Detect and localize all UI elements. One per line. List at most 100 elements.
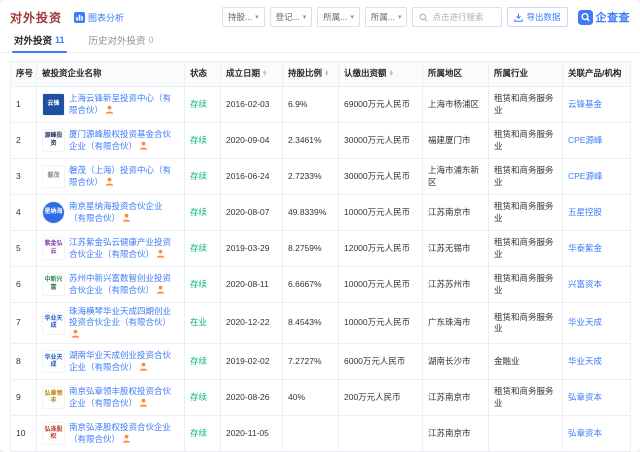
brand-name: 企查查: [596, 9, 631, 25]
row-index: 4: [11, 195, 37, 231]
company-name: 南京弘章领丰股权投资合伙企业（有限合伙）: [69, 386, 179, 409]
search-box[interactable]: 点击进行搜索: [412, 7, 502, 27]
person-badge-icon[interactable]: [139, 141, 148, 150]
sort-icon[interactable]: ▲▼: [262, 71, 267, 78]
table-row: 1 云锋 上海云锋新呈投资中心（有限合伙） 存续 2016-02-03 6.9%…: [11, 87, 631, 123]
person-badge-icon[interactable]: [71, 329, 80, 338]
subscribed-capital: [339, 416, 423, 452]
person-badge-icon[interactable]: [156, 285, 165, 294]
filter-label: 持股...: [228, 11, 252, 23]
table-row: 9 弘章领丰 南京弘章领丰股权投资合伙企业（有限合伙） 存续 2020-08-2…: [11, 380, 631, 416]
person-badge-icon[interactable]: [122, 434, 131, 443]
establish-date: 2020-08-07: [221, 195, 283, 231]
qichacha-logo: 企查查: [578, 9, 631, 25]
col-index: 序号: [11, 62, 37, 87]
company-name-link[interactable]: 南京弘章领丰股权投资合伙企业（有限合伙）: [69, 386, 171, 407]
related-product-link[interactable]: 华泰紫金: [568, 243, 602, 253]
related-product-link[interactable]: CPE源峰: [568, 135, 602, 145]
sort-icon[interactable]: ▲▼: [389, 71, 394, 78]
person-badge-icon[interactable]: [139, 362, 148, 371]
related-product-cell: CPE源峰: [563, 123, 631, 159]
company-name-link[interactable]: 珠海横琴华业天成四期创业投资合伙企业（有限合伙）: [69, 306, 171, 327]
filter-shareholding[interactable]: 持股... ▾: [222, 7, 265, 27]
industry: 租赁和商务服务业: [489, 123, 563, 159]
tab-outward-investment[interactable]: 对外投资 11: [12, 33, 67, 52]
company-cell: 磐茂 磐茂（上海）投资中心（有限合伙）: [37, 159, 185, 195]
company-name: 南京星纳海投资合伙企业（有限合伙）: [69, 201, 179, 224]
region: 江苏无锡市: [423, 231, 489, 267]
related-product-link[interactable]: 云锋基金: [568, 99, 602, 109]
subscribed-capital: 10000万元人民币: [339, 303, 423, 344]
col-label: 成立日期: [226, 68, 260, 78]
sort-icon[interactable]: ▲▼: [324, 71, 329, 78]
region: 湖南长沙市: [423, 344, 489, 380]
status-badge: 存续: [185, 231, 221, 267]
table-row: 10 弘泽股权 南京弘泽股权投资合伙企业（有限合伙） 存续 2020-11-05…: [11, 416, 631, 452]
region: 上海市浦东新区: [423, 159, 489, 195]
tab-bar: 对外投资 11 历史对外投资 0: [0, 31, 640, 53]
person-badge-icon[interactable]: [105, 105, 114, 114]
filter-region[interactable]: 所属... ▾: [317, 7, 360, 27]
related-product-cell: 华泰紫金: [563, 231, 631, 267]
industry: 租赁和商务服务业: [489, 231, 563, 267]
company-name-link[interactable]: 上海云锋新呈投资中心（有限合伙）: [69, 93, 171, 114]
industry: 租赁和商务服务业: [489, 380, 563, 416]
company-name-link[interactable]: 南京星纳海投资合伙企业（有限合伙）: [69, 201, 163, 222]
related-product-link[interactable]: 华业天成: [568, 356, 602, 366]
col-company-name: 被投资企业名称: [37, 62, 185, 87]
table-header-row: 序号 被投资企业名称 状态 成立日期▲▼ 持股比例▲▼ 认缴出资额▲▼ 所属地区…: [11, 62, 631, 87]
status-badge: 存续: [185, 267, 221, 303]
search-placeholder: 点击进行搜索: [432, 11, 483, 23]
table-row: 3 磐茂 磐茂（上海）投资中心（有限合伙） 存续 2016-06-24 2.72…: [11, 159, 631, 195]
related-product-link[interactable]: 弘章资本: [568, 428, 602, 438]
related-product-link[interactable]: 兴富资本: [568, 279, 602, 289]
status-badge: 在业: [185, 303, 221, 344]
filter-industry[interactable]: 所属... ▾: [365, 7, 408, 27]
company-name: 珠海横琴华业天成四期创业投资合伙企业（有限合伙）: [69, 306, 179, 340]
export-label: 导出数据: [526, 11, 560, 23]
chevron-down-icon: ▾: [303, 13, 307, 21]
related-product-link[interactable]: 华业天成: [568, 317, 602, 327]
related-product-cell: 华业天成: [563, 344, 631, 380]
chart-analysis-button[interactable]: 图表分析: [74, 11, 124, 24]
subscribed-capital: 30000万元人民币: [339, 159, 423, 195]
col-region: 所属地区: [423, 62, 489, 87]
person-badge-icon[interactable]: [139, 398, 148, 407]
related-product-link[interactable]: CPE源峰: [568, 171, 602, 181]
export-data-button[interactable]: 导出数据: [507, 7, 567, 27]
table-body: 1 云锋 上海云锋新呈投资中心（有限合伙） 存续 2016-02-03 6.9%…: [11, 87, 631, 452]
industry: 租赁和商务服务业: [489, 87, 563, 123]
related-product-link[interactable]: 五星控股: [568, 207, 602, 217]
col-establish-date[interactable]: 成立日期▲▼: [221, 62, 283, 87]
outward-investment-panel: 对外投资 图表分析 持股... ▾ 登记... ▾ 所属...: [0, 0, 640, 452]
establish-date: 2020-12-22: [221, 303, 283, 344]
related-product-link[interactable]: 弘章资本: [568, 392, 602, 402]
col-shareholding-ratio[interactable]: 持股比例▲▼: [283, 62, 339, 87]
col-subscribed-capital[interactable]: 认缴出资额▲▼: [339, 62, 423, 87]
qichacha-icon: [578, 10, 593, 25]
industry: 租赁和商务服务业: [489, 303, 563, 344]
subscribed-capital: 6000万元人民币: [339, 344, 423, 380]
person-badge-icon[interactable]: [105, 177, 114, 186]
company-name-link[interactable]: 南京弘泽股权投资合伙企业（有限合伙）: [69, 422, 171, 443]
company-name-link[interactable]: 厦门源峰股权投资基金合伙企业（有限合伙）: [69, 129, 171, 150]
filter-registration-status[interactable]: 登记... ▾: [270, 7, 313, 27]
status-badge: 存续: [185, 195, 221, 231]
col-label: 认缴出资额: [344, 68, 387, 78]
company-name: 苏州中新兴富数智创业投资合伙企业（有限合伙）: [69, 273, 179, 296]
shareholding-ratio: 6.6667%: [283, 267, 339, 303]
row-index: 10: [11, 416, 37, 452]
company-name: 上海云锋新呈投资中心（有限合伙）: [69, 93, 179, 116]
related-product-cell: 华业天成: [563, 303, 631, 344]
filter-label: 所属...: [371, 11, 395, 23]
tab-history-outward-investment[interactable]: 历史对外投资 0: [87, 33, 156, 52]
subscribed-capital: 10000万元人民币: [339, 267, 423, 303]
company-name-link[interactable]: 磐茂（上海）投资中心（有限合伙）: [69, 165, 171, 186]
status-badge: 存续: [185, 123, 221, 159]
person-badge-icon[interactable]: [122, 213, 131, 222]
company-logo: 源峰投资: [42, 129, 65, 152]
company-name-link[interactable]: 湖南华业天成创业投资合伙企业（有限合伙）: [69, 350, 171, 371]
company-logo: 云锋: [42, 93, 65, 116]
person-badge-icon[interactable]: [156, 249, 165, 258]
col-industry: 所属行业: [489, 62, 563, 87]
